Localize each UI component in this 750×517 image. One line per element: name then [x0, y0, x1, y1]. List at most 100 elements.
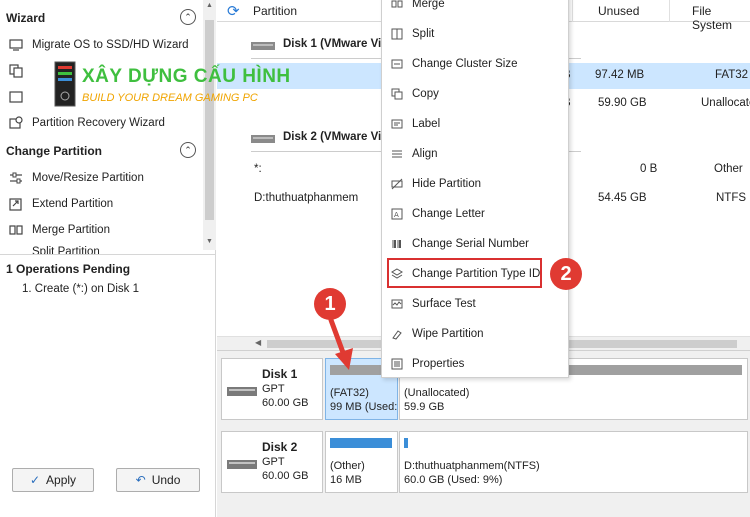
fs-cell: NTFS [716, 192, 747, 204]
menu-item-label-partition[interactable]: Label [382, 109, 568, 139]
usage-bar [330, 438, 392, 448]
move-resize-icon [8, 171, 24, 185]
menu-item-merge[interactable]: Merge [382, 0, 568, 19]
hide-icon [390, 177, 404, 191]
menu-item-label: Change Serial Number [412, 238, 529, 250]
column-partition[interactable]: Partition [253, 4, 297, 18]
menu-item-copy[interactable]: Copy [382, 79, 568, 109]
merge-item[interactable]: Merge Partition [8, 220, 110, 240]
copy-icon [390, 87, 404, 101]
recovery-icon [8, 116, 24, 130]
menu-item-wipe-partition[interactable]: Wipe Partition [382, 319, 568, 349]
migrate-icon [8, 38, 24, 52]
disk-label: Disk 2 (VMware Virt [283, 131, 390, 143]
menu-item-label: Wipe Partition [412, 328, 484, 340]
disk-drive-icon [227, 458, 257, 473]
refresh-icon[interactable]: ⟳ [227, 2, 240, 20]
properties-icon [390, 357, 404, 371]
menu-item-change-letter[interactable]: A Change Letter [382, 199, 568, 229]
scroll-down-arrow-icon[interactable]: ▼ [206, 238, 213, 245]
label-icon [390, 117, 404, 131]
menu-item-label: Copy [412, 88, 439, 100]
menu-item-hide-partition[interactable]: Hide Partition [382, 169, 568, 199]
disk-size: 60.00 GB [262, 397, 309, 409]
partition-size: 16 MB [330, 474, 362, 486]
change-partition-section-title[interactable]: Change Partition [6, 144, 102, 158]
menu-item-label: Change Letter [412, 208, 485, 220]
menu-item-label: Label [412, 118, 441, 130]
fs-cell: Unallocate [701, 97, 750, 109]
disk-type: GPT [262, 456, 285, 468]
divider [0, 254, 216, 255]
disk-name: Disk 1 [262, 367, 298, 381]
fs-cell: FAT32 [715, 69, 749, 81]
menu-item-label: Merge [412, 0, 445, 10]
pending-operation-item[interactable]: 1. Create (*:) on Disk 1 [22, 283, 139, 295]
apply-button[interactable]: ✓ Apply [12, 468, 94, 492]
menu-item-label: Change Cluster Size [412, 58, 518, 70]
extend-item[interactable]: Extend Partition [8, 194, 113, 214]
partition-fs: (Other) [330, 460, 365, 472]
partition-fs: D:thuthuatphanmem(NTFS) [404, 460, 540, 472]
scroll-up-arrow-icon[interactable]: ▲ [206, 2, 213, 9]
split-label: Split Partition [32, 246, 100, 254]
serial-number-icon [390, 237, 404, 251]
context-menu: Merge Split Change Cluster Size Copy Lab… [381, 0, 569, 378]
partition-size: 59.9 GB [404, 401, 445, 413]
column-unused[interactable]: Unused [598, 4, 639, 18]
partition-recovery-item[interactable]: Partition Recovery Wizard [8, 113, 165, 133]
split-item[interactable]: Split Partition [8, 246, 100, 254]
disk-drive-icon [251, 134, 275, 147]
fs-cell: Other [714, 163, 743, 175]
move-resize-label: Move/Resize Partition [32, 172, 144, 184]
menu-item-label: Properties [412, 358, 465, 370]
split-icon [8, 246, 24, 254]
disk-drive-icon [251, 41, 275, 54]
column-divider [572, 0, 573, 22]
partition-block[interactable]: D:thuthuatphanmem(NTFS) 60.0 GB (Used: 9… [399, 431, 748, 493]
column-file-system[interactable]: File System [692, 4, 750, 32]
migrate-os-item[interactable]: Migrate OS to SSD/HD Wizard [8, 35, 189, 55]
step-1-arrow-icon [328, 318, 353, 370]
move-resize-item[interactable]: Move/Resize Partition [8, 168, 144, 188]
partition-size: 60.0 GB (Used: 9%) [404, 474, 503, 486]
watermark-title: XÂY DỰNG CẤU HÌNH [82, 66, 291, 87]
scrollbar-thumb[interactable] [205, 20, 214, 220]
extend-icon [8, 197, 24, 211]
extend-label: Extend Partition [32, 198, 114, 210]
copy-partition-icon [8, 64, 24, 78]
partition-recovery-label: Partition Recovery Wizard [32, 117, 165, 129]
merge-icon [8, 223, 24, 237]
menu-item-surface-test[interactable]: Surface Test [382, 289, 568, 319]
column-divider [669, 0, 670, 22]
surface-test-icon [390, 297, 404, 311]
unused-cell: 97.42 MB [595, 69, 645, 81]
partition-block[interactable]: (Other) 16 MB [325, 431, 398, 493]
disk-card[interactable]: Disk 2 GPT 60.00 GB [221, 431, 323, 493]
partition-cell: D:thuthuatphanmem [254, 192, 359, 204]
menu-item-change-serial-number[interactable]: Change Serial Number [382, 229, 568, 259]
scroll-left-arrow-icon[interactable]: ◀ [255, 338, 261, 347]
collapse-change-partition-button[interactable]: ⌃ [180, 142, 196, 158]
undo-icon: ↶ [135, 473, 146, 487]
disk-label: Disk 1 (VMware Virt [283, 38, 390, 50]
partition-fs: (FAT32) [330, 387, 369, 399]
check-icon: ✓ [29, 473, 41, 487]
menu-item-split[interactable]: Split [382, 19, 568, 49]
partition-fs: (Unallocated) [404, 387, 470, 399]
disk-card[interactable]: Disk 1 GPT 60.00 GB [221, 358, 323, 420]
undo-button[interactable]: ↶ Undo [116, 468, 200, 492]
wizard-section-title[interactable]: Wizard [6, 11, 45, 25]
action-panel-scrollbar[interactable]: ▲ ▼ [203, 0, 216, 250]
merge-icon [390, 0, 404, 11]
pending-title: 1 Operations Pending [6, 262, 131, 276]
disk-drive-icon [227, 385, 257, 400]
step-2-badge: 2 [550, 258, 582, 290]
step-1-badge: 1 [314, 288, 346, 320]
menu-item-properties[interactable]: Properties [382, 349, 568, 379]
change-letter-icon: A [390, 207, 404, 221]
collapse-wizard-button[interactable]: ⌃ [180, 9, 196, 25]
menu-item-align[interactable]: Align [382, 139, 568, 169]
copy-disk-icon [8, 90, 24, 104]
menu-item-change-cluster-size[interactable]: Change Cluster Size [382, 49, 568, 79]
